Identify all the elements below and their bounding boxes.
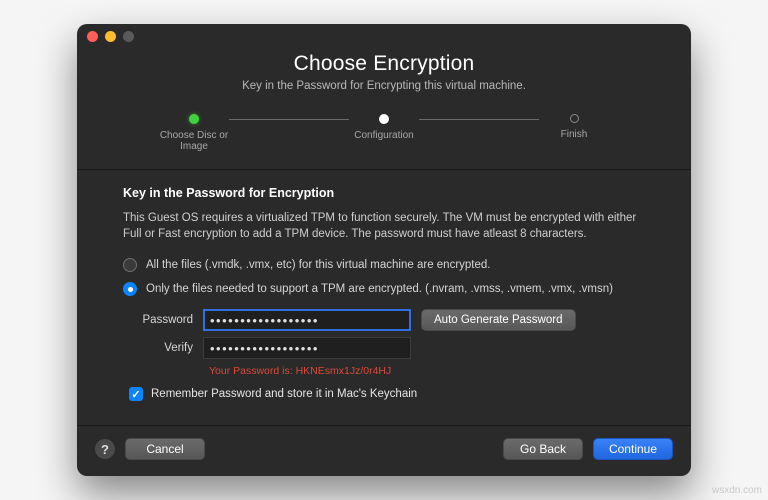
zoom-icon	[123, 31, 134, 42]
dialog-window: Choose Encryption Key in the Password fo…	[77, 24, 691, 477]
page-title: Choose Encryption	[97, 52, 671, 76]
minimize-icon[interactable]	[105, 31, 116, 42]
radio-icon	[123, 258, 137, 272]
remember-password-checkbox[interactable]: ✓ Remember Password and store it in Mac'…	[129, 387, 645, 401]
titlebar	[77, 24, 691, 50]
radio-label: All the files (.vmdk, .vmx, etc) for thi…	[146, 257, 490, 273]
step-label: Choose Disc or Image	[159, 130, 229, 153]
step-finish: Finish	[539, 114, 609, 141]
step-configuration: Configuration	[349, 114, 419, 142]
close-icon[interactable]	[87, 31, 98, 42]
password-input[interactable]: ••••••••••••••••••	[203, 309, 411, 331]
section-description: This Guest OS requires a virtualized TPM…	[123, 210, 645, 243]
radio-label: Only the files needed to support a TPM a…	[146, 281, 613, 297]
step-connector	[419, 119, 539, 120]
hint-value: HKNEsmx1Jz/0r4HJ	[296, 365, 392, 377]
radio-option-fast-encryption[interactable]: Only the files needed to support a TPM a…	[123, 281, 645, 297]
verify-label: Verify	[123, 342, 193, 354]
step-label: Finish	[561, 129, 588, 141]
content: Key in the Password for Encryption This …	[77, 170, 691, 412]
page-subtitle: Key in the Password for Encrypting this …	[97, 80, 671, 92]
verify-row: Verify ••••••••••••••••••	[123, 337, 645, 359]
password-row: Password •••••••••••••••••• Auto Generat…	[123, 309, 645, 331]
verify-input[interactable]: ••••••••••••••••••	[203, 337, 411, 359]
step-dot-active-icon	[379, 114, 389, 124]
step-label: Configuration	[354, 130, 413, 142]
go-back-button[interactable]: Go Back	[503, 438, 583, 460]
checkmark-icon: ✓	[129, 387, 143, 401]
continue-button[interactable]: Continue	[593, 438, 673, 460]
watermark: wsxdn.com	[712, 485, 762, 496]
wizard-steps: Choose Disc or Image Configuration Finis…	[77, 106, 691, 169]
auto-generate-password-button[interactable]: Auto Generate Password	[421, 309, 576, 331]
header: Choose Encryption Key in the Password fo…	[77, 50, 691, 106]
step-dot-done-icon	[189, 114, 199, 124]
help-button[interactable]: ?	[95, 439, 115, 459]
cancel-button[interactable]: Cancel	[125, 438, 205, 460]
radio-checked-icon	[123, 282, 137, 296]
remember-label: Remember Password and store it in Mac's …	[151, 388, 417, 400]
footer: ? Cancel Go Back Continue	[77, 425, 691, 476]
radio-option-full-encryption[interactable]: All the files (.vmdk, .vmx, etc) for thi…	[123, 257, 645, 273]
section-title: Key in the Password for Encryption	[123, 186, 645, 200]
generated-password-hint: Your Password is: HKNEsmx1Jz/0r4HJ	[209, 365, 645, 377]
step-connector	[229, 119, 349, 120]
step-dot-future-icon	[570, 114, 579, 123]
step-choose-disc: Choose Disc or Image	[159, 114, 229, 153]
password-label: Password	[123, 314, 193, 326]
hint-prefix: Your Password is:	[209, 365, 296, 377]
